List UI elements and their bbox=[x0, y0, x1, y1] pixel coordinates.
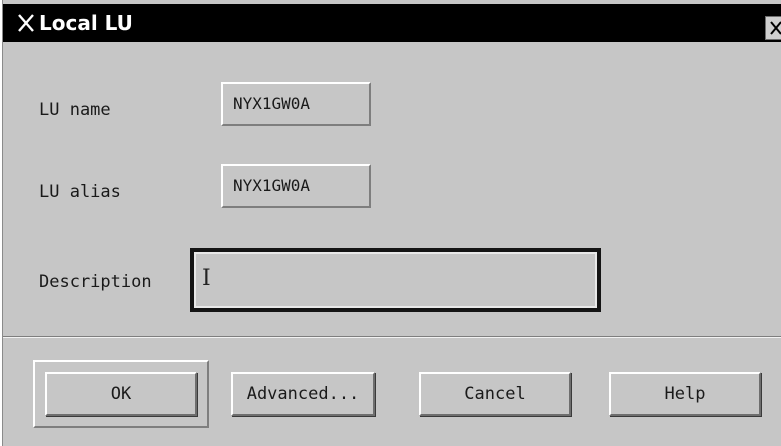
lu-alias-value: NYX1GW0A bbox=[233, 176, 311, 195]
text-cursor-icon: I bbox=[202, 266, 211, 291]
ok-button[interactable]: OK bbox=[45, 372, 197, 416]
dialog-body: LU name NYX1GW0A LU alias NYX1GW0A Descr… bbox=[3, 42, 781, 446]
window-title: Local LU bbox=[39, 11, 133, 35]
separator-highlight bbox=[3, 337, 781, 338]
close-icon bbox=[770, 21, 781, 35]
lu-name-value: NYX1GW0A bbox=[233, 94, 311, 113]
cancel-button[interactable]: Cancel bbox=[419, 372, 571, 416]
title-bar[interactable]: Local LU bbox=[3, 4, 781, 42]
advanced-button[interactable]: Advanced... bbox=[231, 372, 375, 416]
lu-alias-label: LU alias bbox=[39, 182, 121, 202]
help-button[interactable]: Help bbox=[609, 372, 761, 416]
x-window-icon[interactable] bbox=[17, 13, 35, 33]
description-label: Description bbox=[39, 272, 152, 292]
lu-name-field[interactable]: NYX1GW0A bbox=[221, 82, 371, 126]
close-button[interactable] bbox=[765, 16, 781, 40]
description-field[interactable]: I bbox=[190, 248, 601, 312]
lu-name-label: LU name bbox=[39, 100, 111, 120]
lu-alias-field[interactable]: NYX1GW0A bbox=[221, 164, 371, 208]
local-lu-dialog: Local LU LU name NYX1GW0A LU alias NYX1G… bbox=[2, 0, 781, 446]
